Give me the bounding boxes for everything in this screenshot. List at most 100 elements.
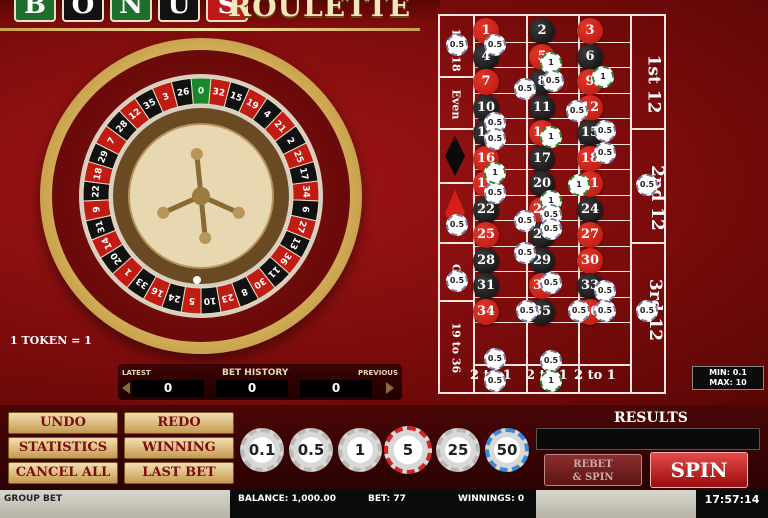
chip-0-1[interactable]: 0.1 bbox=[240, 428, 284, 472]
table-limits: MIN: 0.1 MAX: 10 bbox=[692, 366, 764, 390]
grid-line bbox=[438, 76, 474, 78]
placed-chip[interactable]: 0.5 bbox=[594, 300, 616, 322]
grid-line bbox=[438, 128, 474, 130]
placed-chip[interactable]: 0.5 bbox=[540, 218, 562, 240]
spin-button[interactable]: SPIN bbox=[650, 452, 748, 488]
number-cell-27[interactable]: 27 bbox=[577, 222, 603, 248]
placed-chip[interactable]: 0.5 bbox=[594, 120, 616, 142]
placed-chip[interactable]: 0.5 bbox=[514, 242, 536, 264]
wheel-pocket-number: 32 bbox=[212, 87, 226, 99]
placed-chip[interactable]: 0.5 bbox=[484, 370, 506, 392]
number-cell-30[interactable]: 30 bbox=[577, 247, 603, 274]
placed-chip[interactable]: 0.5 bbox=[542, 70, 564, 92]
placed-chip[interactable]: 0.5 bbox=[484, 128, 506, 150]
history-value: 0 bbox=[300, 380, 372, 397]
outside-bet-label[interactable]: 19 to 36 bbox=[450, 323, 463, 374]
turret-knob bbox=[190, 148, 203, 160]
placed-chip[interactable]: 0.5 bbox=[636, 174, 658, 196]
number-cell-3[interactable]: 3 bbox=[577, 18, 603, 44]
placed-chip[interactable]: 1 bbox=[540, 370, 562, 392]
placed-chip[interactable]: 0.5 bbox=[446, 270, 468, 292]
chip-50[interactable]: 50 bbox=[485, 428, 529, 472]
placed-chip[interactable]: 0.5 bbox=[446, 214, 468, 236]
grid-line bbox=[438, 242, 474, 244]
rebet-and-spin-button[interactable]: REBET & SPIN bbox=[544, 454, 642, 486]
min-limit: MIN: 0.1 bbox=[709, 368, 747, 377]
outside-bet-label[interactable]: Even bbox=[450, 89, 463, 121]
roulette-ball bbox=[193, 276, 201, 284]
grid-line bbox=[438, 300, 474, 302]
game-logo: BONUS bbox=[14, 0, 248, 22]
betting-grid[interactable]: 1234567891011121314151617181920212223242… bbox=[438, 14, 672, 394]
placed-chip[interactable]: 0.5 bbox=[484, 182, 506, 204]
grid-line bbox=[630, 14, 632, 392]
placed-chip[interactable]: 0.5 bbox=[636, 300, 658, 322]
placed-chip[interactable]: 0.5 bbox=[514, 78, 536, 100]
title-bar: BONUS ROULETTE bbox=[0, 0, 440, 23]
placed-chip[interactable]: 1 bbox=[484, 162, 506, 184]
logo-letter: U bbox=[158, 0, 200, 22]
column-bet-label[interactable]: 2 to 1 bbox=[574, 368, 616, 383]
wheel-pocket-number: 5 bbox=[189, 295, 196, 305]
last-bet-button[interactable]: LAST BET bbox=[124, 462, 234, 484]
chip-25[interactable]: 25 bbox=[436, 428, 480, 472]
grid-line bbox=[473, 322, 630, 323]
gold-divider bbox=[0, 28, 420, 31]
chip-0-5[interactable]: 0.5 bbox=[289, 428, 333, 472]
logo-letter: O bbox=[62, 0, 104, 22]
history-forward-arrow-icon[interactable] bbox=[386, 382, 394, 394]
chip-5-selected[interactable]: 5 bbox=[384, 426, 432, 474]
wheel-pocket-number: 22 bbox=[91, 185, 102, 198]
winning-bets-button[interactable]: WINNING BETS bbox=[124, 437, 234, 475]
placed-chip[interactable]: 0.5 bbox=[594, 280, 616, 302]
placed-chip[interactable]: 1 bbox=[540, 126, 562, 148]
wheel-pocket-number: 0 bbox=[198, 87, 204, 97]
placed-chip[interactable]: 0.5 bbox=[484, 348, 506, 370]
history-back-arrow-icon[interactable] bbox=[122, 382, 130, 394]
number-cell-17[interactable]: 17 bbox=[529, 145, 555, 172]
wheel-pocket-number: 6 bbox=[299, 206, 310, 213]
number-cell-11[interactable]: 11 bbox=[529, 94, 555, 121]
dozen-bet-label[interactable]: 1st 12 bbox=[643, 55, 663, 114]
logo-letter: N bbox=[110, 0, 152, 22]
number-cell-25[interactable]: 25 bbox=[473, 222, 499, 248]
wheel-pocket-number: 26 bbox=[176, 87, 190, 99]
bet-history: LATEST BET HISTORY PREVIOUS 0 0 0 bbox=[118, 364, 402, 400]
cancel-all-button[interactable]: CANCEL ALL bbox=[8, 462, 118, 484]
placed-chip[interactable]: 0.5 bbox=[568, 300, 590, 322]
statistics-button[interactable]: STATISTICS bbox=[8, 437, 118, 459]
results-display bbox=[536, 428, 760, 450]
placed-chip[interactable]: 0.5 bbox=[516, 300, 538, 322]
placed-chip[interactable]: 0.5 bbox=[446, 34, 468, 56]
placed-chip[interactable]: 0.5 bbox=[594, 142, 616, 164]
black-bet-diamond[interactable] bbox=[445, 136, 465, 176]
placed-chip[interactable]: 0.5 bbox=[540, 272, 562, 294]
undo-button[interactable]: UNDO bbox=[8, 412, 118, 434]
turret-knob bbox=[232, 206, 245, 219]
redo-button[interactable]: REDO bbox=[124, 412, 234, 434]
chip-1[interactable]: 1 bbox=[338, 428, 382, 472]
grid-line bbox=[473, 245, 630, 247]
wheel-pocket-number: 9 bbox=[92, 206, 103, 213]
placed-chip[interactable]: 0.5 bbox=[540, 350, 562, 372]
results-label: RESULTS bbox=[614, 410, 688, 426]
number-cell-2[interactable]: 2 bbox=[529, 18, 555, 44]
grid-line bbox=[473, 92, 630, 94]
placed-chip[interactable]: 0.5 bbox=[484, 34, 506, 56]
placed-chip[interactable]: 0.5 bbox=[566, 100, 588, 122]
number-cell-24[interactable]: 24 bbox=[577, 196, 603, 223]
number-cell-28[interactable]: 28 bbox=[473, 247, 499, 274]
placed-chip[interactable]: 1 bbox=[568, 174, 590, 196]
history-value: 0 bbox=[216, 380, 288, 397]
placed-chip[interactable]: 1 bbox=[592, 66, 614, 88]
history-title: BET HISTORY bbox=[222, 368, 289, 378]
number-cell-31[interactable]: 31 bbox=[473, 273, 499, 299]
number-cell-7[interactable]: 7 bbox=[473, 69, 499, 95]
wheel-pocket-number: 34 bbox=[300, 185, 311, 198]
placed-chip[interactable]: 0.5 bbox=[514, 210, 536, 232]
group-bet-label[interactable]: GROUP BET bbox=[4, 494, 62, 504]
history-value: 0 bbox=[132, 380, 204, 397]
grid-line bbox=[438, 392, 666, 394]
balance-text: BALANCE: 1,000.00 bbox=[238, 494, 336, 504]
number-cell-34[interactable]: 34 bbox=[473, 298, 499, 325]
